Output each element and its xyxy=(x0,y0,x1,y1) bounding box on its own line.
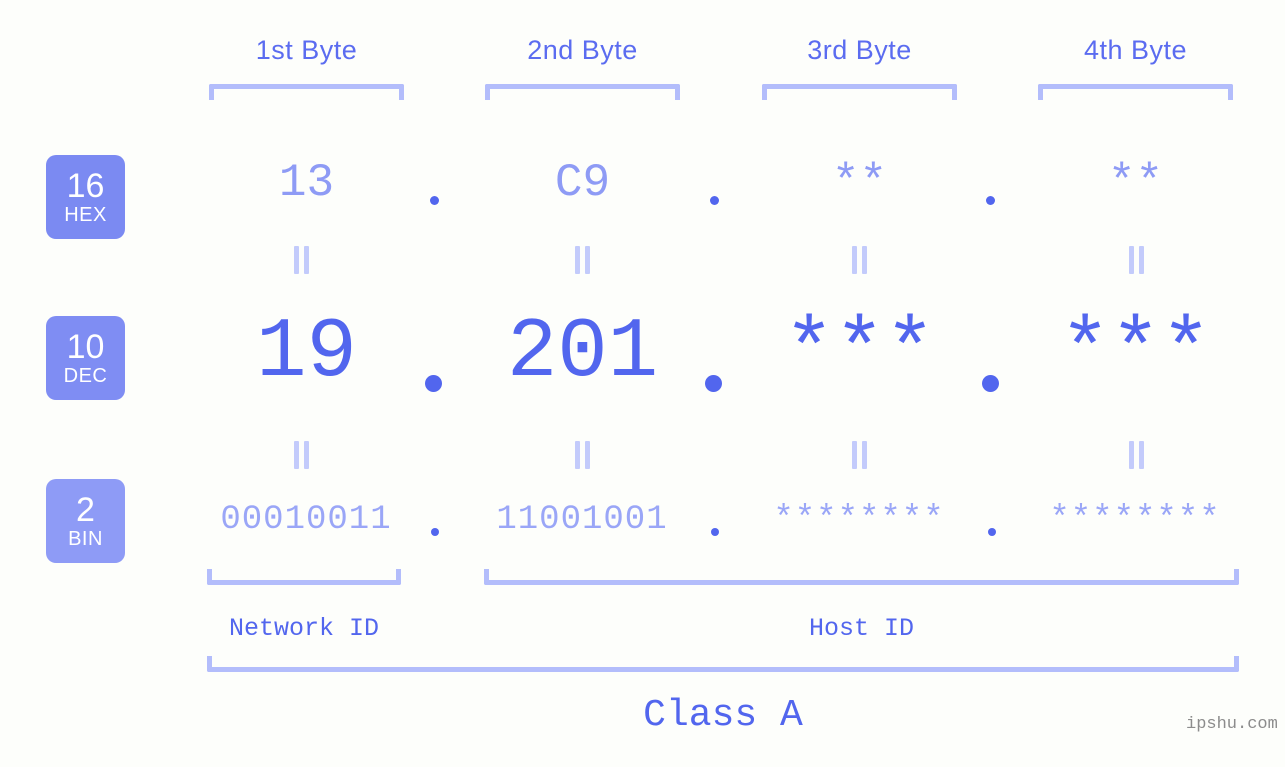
dec-value-byte-1: 19 xyxy=(256,306,357,401)
hex-separator-dot-1 xyxy=(430,196,439,205)
host-id-label: Host ID xyxy=(808,614,915,643)
equals-connector-dec-bin-3 xyxy=(851,441,868,469)
ip-byte-breakdown-diagram: 1st Byte 2nd Byte 3rd Byte 4th Byte 16 H… xyxy=(0,0,1285,767)
equals-connector-dec-bin-2 xyxy=(574,441,591,469)
dec-separator-dot-1 xyxy=(425,375,442,392)
equals-connector-dec-bin-1 xyxy=(293,441,310,469)
byte-header-4: 4th Byte xyxy=(1083,35,1188,65)
hex-value-byte-1: 13 xyxy=(278,157,335,209)
dec-value-byte-4: *** xyxy=(1059,306,1212,401)
hex-separator-dot-3 xyxy=(986,196,995,205)
byte-header-1: 1st Byte xyxy=(255,35,358,65)
hex-value-byte-3: ** xyxy=(831,157,888,209)
bin-value-byte-4: ******** xyxy=(1049,501,1221,539)
equals-connector-hex-dec-4 xyxy=(1128,246,1145,274)
dec-value-byte-2: 201 xyxy=(506,306,659,401)
hex-value-byte-2: C9 xyxy=(554,157,611,209)
base-badge-hex-number: 16 xyxy=(66,166,105,205)
bin-value-byte-1: 00010011 xyxy=(220,501,392,539)
equals-connector-dec-bin-4 xyxy=(1128,441,1145,469)
network-id-bracket xyxy=(207,569,401,585)
equals-connector-hex-dec-1 xyxy=(293,246,310,274)
base-badge-dec-number: 10 xyxy=(66,327,105,366)
byte-bracket-3 xyxy=(762,84,957,100)
bin-separator-dot-2 xyxy=(711,528,719,536)
byte-header-3: 3rd Byte xyxy=(807,35,912,65)
host-id-bracket xyxy=(484,569,1239,585)
byte-bracket-4 xyxy=(1038,84,1233,100)
equals-connector-hex-dec-2 xyxy=(574,246,591,274)
site-watermark: ipshu.com xyxy=(1186,715,1278,734)
base-badge-dec: 10 DEC xyxy=(46,316,125,400)
base-badge-hex: 16 HEX xyxy=(46,155,125,239)
base-badge-hex-label: HEX xyxy=(64,203,107,226)
class-bracket xyxy=(207,656,1239,672)
base-badge-bin-number: 2 xyxy=(76,490,95,529)
bin-separator-dot-3 xyxy=(988,528,996,536)
class-label: Class A xyxy=(643,694,803,737)
dec-separator-dot-3 xyxy=(982,375,999,392)
equals-connector-hex-dec-3 xyxy=(851,246,868,274)
network-id-label: Network ID xyxy=(228,614,380,643)
base-badge-bin-label: BIN xyxy=(68,527,103,550)
hex-separator-dot-2 xyxy=(710,196,719,205)
byte-bracket-1 xyxy=(209,84,404,100)
dec-separator-dot-2 xyxy=(705,375,722,392)
base-badge-bin: 2 BIN xyxy=(46,479,125,563)
bin-value-byte-3: ******** xyxy=(773,501,945,539)
byte-header-2: 2nd Byte xyxy=(527,35,638,65)
bin-separator-dot-1 xyxy=(431,528,439,536)
byte-bracket-2 xyxy=(485,84,680,100)
base-badge-dec-label: DEC xyxy=(63,364,108,387)
dec-value-byte-3: *** xyxy=(783,306,936,401)
hex-value-byte-4: ** xyxy=(1107,157,1164,209)
bin-value-byte-2: 11001001 xyxy=(496,501,668,539)
